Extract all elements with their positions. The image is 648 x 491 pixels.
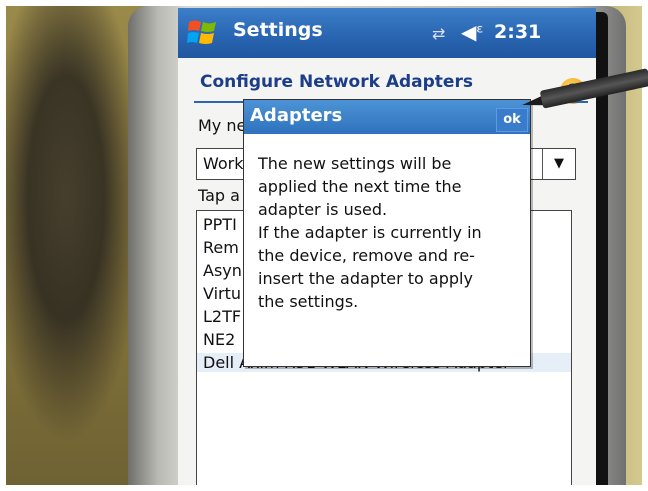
message-line: adapter is used. [258, 200, 388, 219]
windows-start-icon[interactable] [186, 16, 220, 50]
page-title: Configure Network Adapters [200, 72, 473, 92]
taskbar-title: Settings [233, 19, 323, 41]
message-line: applied the next time the [258, 177, 462, 196]
adapters-dialog: Adapters ok The new settings will be app… [243, 99, 531, 367]
message-line: The new settings will be [258, 154, 452, 173]
message-line: If the adapter is currently in [258, 223, 482, 242]
network-label: My ne [198, 116, 247, 135]
speaker-icon[interactable]: ◀ᵋ [461, 20, 484, 44]
chevron-down-icon[interactable]: ▼ [542, 149, 575, 179]
dialog-header: Adapters ok [244, 100, 530, 134]
clock[interactable]: 2:31 [494, 21, 541, 43]
list-item[interactable]: Asyn [203, 261, 242, 280]
list-item[interactable]: Rem [203, 238, 239, 257]
dialog-title: Adapters [250, 105, 343, 126]
network-select-value: Work [203, 154, 244, 173]
taskbar: Settings ⇄ ◀ᵋ 2:31 [178, 8, 596, 58]
adapter-list-label: Tap a [198, 186, 240, 205]
list-item[interactable]: Virtu [203, 284, 241, 303]
list-item[interactable]: L2TF [203, 307, 241, 326]
list-item[interactable]: PPTI [203, 215, 237, 234]
message-line: insert the adapter to apply [258, 269, 473, 288]
dialog-message: The new settings will be applied the nex… [258, 152, 520, 313]
message-line: the device, remove and re- [258, 246, 475, 265]
message-line: the settings. [258, 292, 359, 311]
connectivity-icon[interactable]: ⇄ [432, 24, 445, 43]
list-item[interactable]: NE2 [203, 330, 235, 349]
